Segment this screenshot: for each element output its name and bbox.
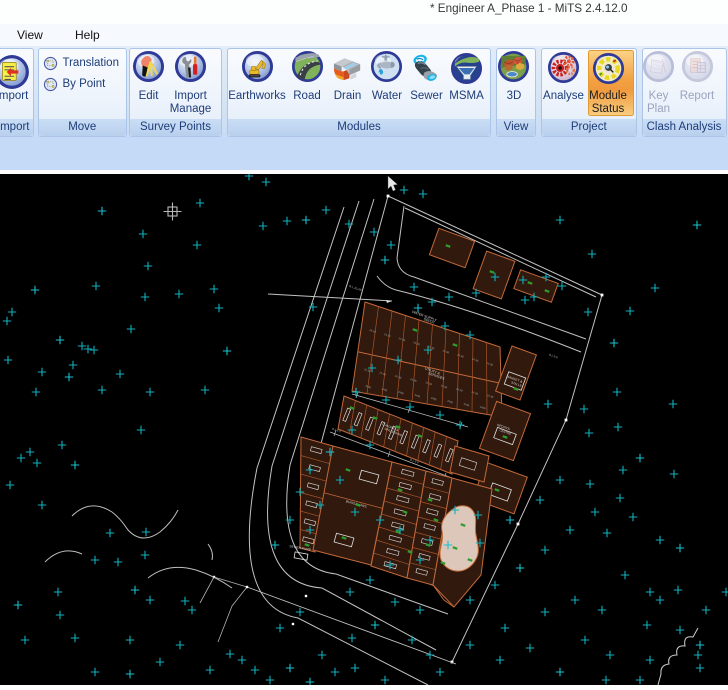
svg-text:B.L.23.45: B.L.23.45 [349,284,363,292]
svg-text:B.L.9.9: B.L.9.9 [548,353,558,360]
